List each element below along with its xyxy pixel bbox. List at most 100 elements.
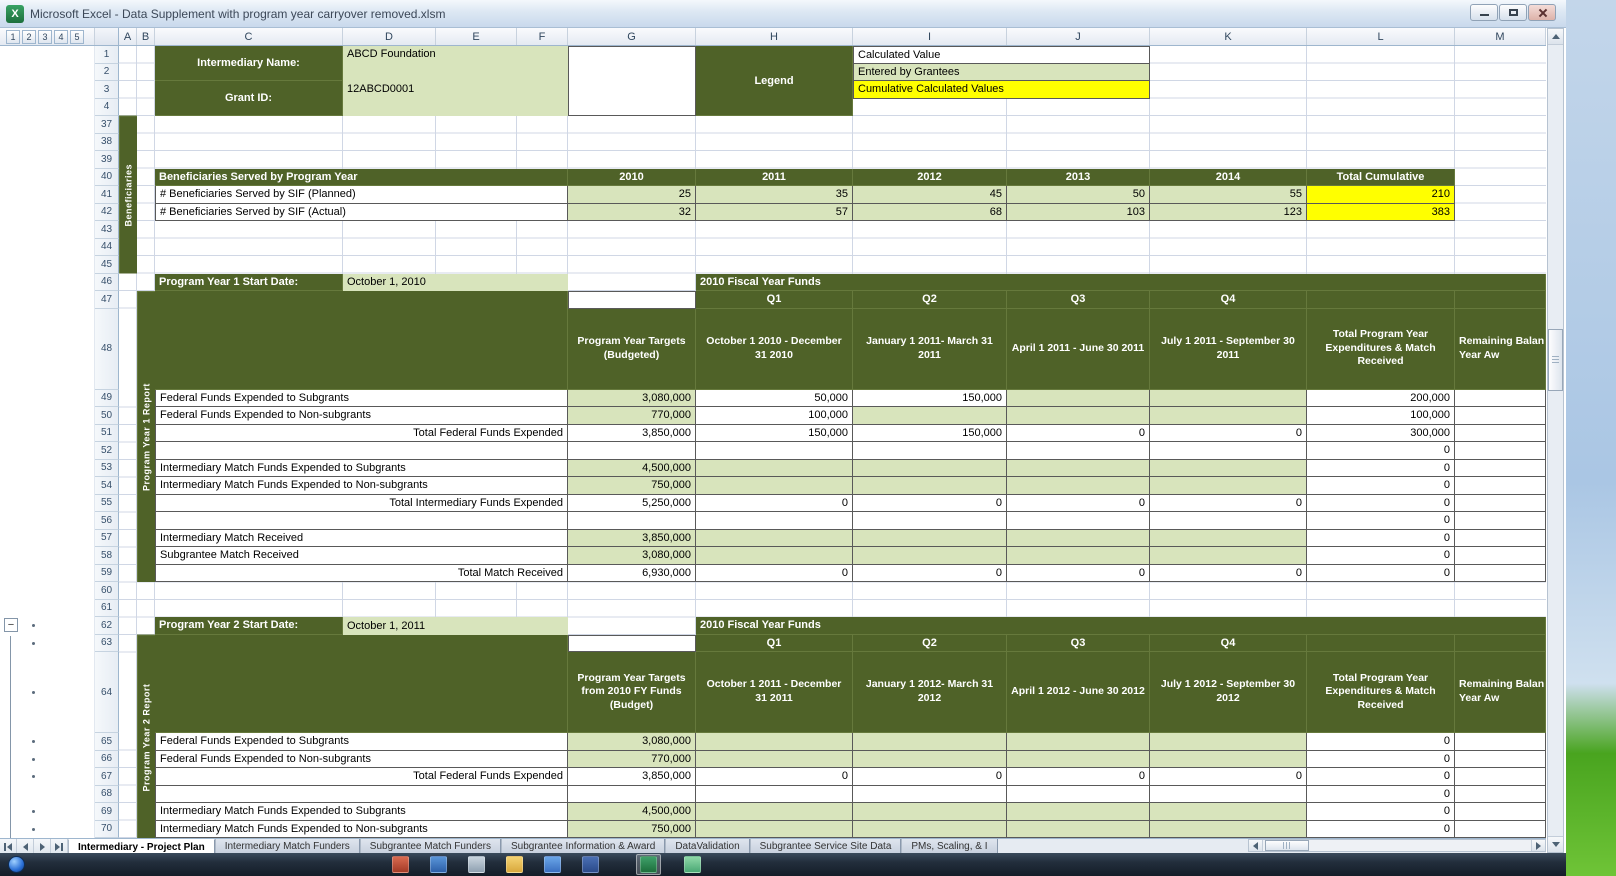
year-header[interactable]: 2013 xyxy=(1007,169,1150,187)
cell[interactable] xyxy=(155,512,568,530)
entry-cell[interactable]: 50,000 xyxy=(696,390,853,408)
tab-intermediary-project-plan[interactable]: Intermediary - Project Plan xyxy=(68,839,215,853)
value-cell[interactable]: 0 xyxy=(1150,495,1307,513)
legend-entered-by-grantees[interactable]: Entered by Grantees xyxy=(853,64,1150,82)
value-cell[interactable]: 57 xyxy=(696,204,853,222)
entry-cell[interactable]: 100,000 xyxy=(696,407,853,425)
entry-cell[interactable] xyxy=(1007,821,1150,839)
target-cell[interactable]: 770,000 xyxy=(568,751,696,769)
total-cell[interactable]: 0 xyxy=(1307,565,1455,583)
grant-id-value[interactable]: 12ABCD0001 xyxy=(343,81,568,116)
total-cell[interactable]: 0 xyxy=(1307,495,1455,513)
taskbar-app-icon[interactable] xyxy=(544,856,561,873)
next-sheet-button[interactable] xyxy=(34,839,51,853)
row-header[interactable]: 58 xyxy=(95,547,119,565)
value-cell[interactable]: 68 xyxy=(853,204,1007,222)
row-header[interactable]: 68 xyxy=(95,786,119,804)
entry-cell[interactable] xyxy=(696,751,853,769)
entry-cell[interactable] xyxy=(853,477,1007,495)
py2-header-q4-range[interactable]: July 1 2012 - September 30 2012 xyxy=(1150,652,1307,733)
cell[interactable] xyxy=(1455,547,1546,565)
total-cell[interactable]: 0 xyxy=(1307,512,1455,530)
quarter-header[interactable]: Q1 xyxy=(696,291,853,309)
py2-start-date-label[interactable]: Program Year 2 Start Date: xyxy=(155,617,343,635)
row-header[interactable]: 2 xyxy=(95,64,119,82)
cell[interactable] xyxy=(1455,803,1546,821)
value-cell[interactable]: 0 xyxy=(1150,768,1307,786)
row-header[interactable]: 56 xyxy=(95,512,119,530)
vertical-scroll-thumb[interactable] xyxy=(1548,329,1563,391)
py1-header-q1-range[interactable]: October 1 2010 - December 31 2010 xyxy=(696,309,853,390)
cell[interactable] xyxy=(696,786,853,804)
year-header[interactable]: 2011 xyxy=(696,169,853,187)
row-header[interactable]: 1 xyxy=(95,46,119,64)
entry-cell[interactable] xyxy=(1150,803,1307,821)
py1-fiscal-year-title[interactable]: 2010 Fiscal Year Funds xyxy=(696,274,1546,292)
entry-cell[interactable] xyxy=(1007,751,1150,769)
total-cell[interactable]: 0 xyxy=(1307,821,1455,839)
year-header[interactable]: 2012 xyxy=(853,169,1007,187)
py2-header-targets[interactable]: Program Year Targets from 2010 FY Funds … xyxy=(568,652,696,733)
row-header[interactable]: 49 xyxy=(95,390,119,408)
cell[interactable] xyxy=(568,291,696,309)
py2-header-total[interactable]: Total Program Year Expenditures & Match … xyxy=(1307,652,1455,733)
outline-level-5[interactable]: 5 xyxy=(70,30,84,44)
value-cell[interactable]: 3,850,000 xyxy=(568,425,696,443)
value-cell[interactable]: 0 xyxy=(1007,495,1150,513)
entry-cell[interactable] xyxy=(1150,460,1307,478)
entry-cell[interactable]: 150,000 xyxy=(853,390,1007,408)
cell[interactable] xyxy=(1455,565,1546,583)
target-cell[interactable]: 750,000 xyxy=(568,821,696,839)
entry-cell[interactable] xyxy=(853,733,1007,751)
entry-cell[interactable] xyxy=(1150,407,1307,425)
value-cell[interactable]: 0 xyxy=(1007,565,1150,583)
py1-header-q4-range[interactable]: July 1 2011 - September 30 2011 xyxy=(1150,309,1307,390)
row-header[interactable]: 43 xyxy=(95,221,119,239)
py2-header-q3-range[interactable]: April 1 2012 - June 30 2012 xyxy=(1007,652,1150,733)
column-header-F[interactable]: F xyxy=(517,28,568,46)
row-label[interactable]: # Beneficiaries Served by SIF (Planned) xyxy=(155,186,568,204)
total-cumulative-header[interactable]: Total Cumulative xyxy=(1307,169,1455,187)
entry-cell[interactable] xyxy=(853,803,1007,821)
total-cell[interactable]: 0 xyxy=(1307,530,1455,548)
value-cell[interactable]: 0 xyxy=(696,768,853,786)
horizontal-scroll-track[interactable] xyxy=(1263,840,1531,851)
row-label[interactable]: Federal Funds Expended to Non-subgrants xyxy=(155,407,568,425)
value-cell[interactable]: 0 xyxy=(1007,768,1150,786)
value-cell[interactable]: 0 xyxy=(1150,425,1307,443)
target-cell[interactable]: 3,080,000 xyxy=(568,547,696,565)
select-all-corner[interactable] xyxy=(95,28,119,46)
value-cell[interactable]: 150,000 xyxy=(853,425,1007,443)
year-header[interactable]: 2010 xyxy=(568,169,696,187)
tab-subgrantee-information-award[interactable]: Subgrantee Information & Award xyxy=(501,839,665,853)
py1-start-date-value[interactable]: October 1, 2010 xyxy=(343,274,568,292)
row-header[interactable]: 52 xyxy=(95,442,119,460)
cell[interactable] xyxy=(1455,442,1546,460)
value-cell[interactable]: 103 xyxy=(1007,204,1150,222)
cell[interactable] xyxy=(1455,512,1546,530)
py2-header-q1-range[interactable]: October 1 2011 - December 31 2011 xyxy=(696,652,853,733)
py1-header-total[interactable]: Total Program Year Expenditures & Match … xyxy=(1307,309,1455,390)
row-label[interactable]: Intermediary Match Funds Expended to Sub… xyxy=(155,460,568,478)
value-cell[interactable]: 6,930,000 xyxy=(568,565,696,583)
value-cell[interactable]: 5,250,000 xyxy=(568,495,696,513)
entry-cell[interactable] xyxy=(1007,390,1150,408)
py1-header-q2-range[interactable]: January 1 2011- March 31 2011 xyxy=(853,309,1007,390)
entry-cell[interactable] xyxy=(853,751,1007,769)
taskbar-app-icon[interactable] xyxy=(684,856,701,873)
row-label[interactable]: Intermediary Match Received xyxy=(155,530,568,548)
row-header[interactable]: 60 xyxy=(95,582,119,600)
entry-cell[interactable] xyxy=(1007,733,1150,751)
entry-cell[interactable] xyxy=(1150,821,1307,839)
tab-pms-scaling[interactable]: PMs, Scaling, & I xyxy=(901,839,997,853)
value-cell[interactable]: 0 xyxy=(853,565,1007,583)
excel-taskbar-icon[interactable] xyxy=(640,856,657,873)
folder-icon[interactable] xyxy=(506,856,523,873)
cell[interactable] xyxy=(1307,635,1455,653)
cell[interactable] xyxy=(1455,477,1546,495)
row-header[interactable]: 67 xyxy=(95,768,119,786)
quarter-header[interactable]: Q2 xyxy=(853,291,1007,309)
value-cell[interactable]: 35 xyxy=(696,186,853,204)
quarter-header[interactable]: Q3 xyxy=(1007,291,1150,309)
row-label[interactable]: Intermediary Match Funds Expended to Sub… xyxy=(155,803,568,821)
